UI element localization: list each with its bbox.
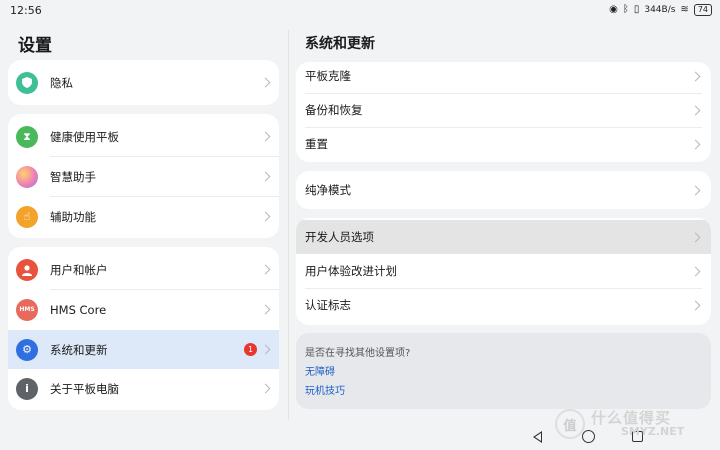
- vibrate-icon: ▯: [633, 4, 640, 15]
- chevron-right-icon: [260, 171, 271, 182]
- gear-icon: ⚙: [16, 338, 38, 361]
- sidebar-item-label: 用户和帐户: [50, 262, 108, 277]
- sidebar-item-label: 健康使用平板: [50, 129, 119, 144]
- chevron-right-icon: [260, 211, 271, 222]
- notification-badge: 1: [244, 343, 257, 356]
- system-group-pure-mode: 纯净模式: [296, 171, 711, 209]
- chevron-right-icon: [260, 383, 271, 394]
- hand-icon: ☝: [16, 205, 38, 228]
- bluetooth-icon: ᛒ: [622, 4, 629, 15]
- item-label: 认证标志: [305, 298, 351, 312]
- status-time: 12:56: [10, 4, 42, 17]
- item-label: 平板克隆: [305, 69, 351, 83]
- user-icon: [16, 258, 38, 281]
- reset-item[interactable]: 重置: [296, 127, 711, 161]
- certification-logos-item[interactable]: 认证标志: [296, 288, 711, 322]
- watermark: 值 什么值得买 SMYZ.NET: [555, 405, 715, 445]
- status-bar: 12:56 ◉ ᛒ ▯ 344B/s ≋ 74: [0, 0, 720, 22]
- backup-restore-item[interactable]: 备份和恢复: [296, 93, 711, 127]
- sidebar-item-hms-core[interactable]: HMS HMS Core: [8, 290, 279, 329]
- chevron-right-icon: [690, 232, 701, 242]
- chevron-right-icon: [260, 304, 271, 315]
- status-icons: ◉ ᛒ ▯ 344B/s ≋ 74: [609, 4, 712, 16]
- search-hint-card: 是否在寻找其他设置项? 无障碍 玩机技巧: [296, 333, 711, 409]
- shield-icon: [16, 71, 38, 94]
- sidebar-item-assistant[interactable]: 智慧助手: [8, 157, 279, 196]
- chevron-right-icon: [260, 344, 271, 355]
- watermark-sub: SMYZ.NET: [621, 425, 685, 438]
- sidebar-item-label: 系统和更新: [50, 342, 108, 357]
- developer-options-item[interactable]: 开发人员选项: [296, 220, 711, 254]
- item-label: 用户体验改进计划: [305, 264, 397, 278]
- sidebar-item-label: 关于平板电脑: [50, 381, 119, 396]
- sidebar-item-privacy[interactable]: 隐私: [8, 63, 279, 102]
- pure-mode-item[interactable]: 纯净模式: [296, 173, 711, 207]
- hms-icon: HMS: [16, 298, 38, 321]
- settings-list-pane: 设置 隐私 ⧗ 健康使用平板 智慧助手 ☝ 辅助功能 用户和帐户 HMS HMS…: [0, 22, 288, 450]
- tips-link[interactable]: 玩机技巧: [305, 382, 345, 397]
- chevron-right-icon: [690, 105, 701, 115]
- hint-question: 是否在寻找其他设置项?: [305, 348, 411, 359]
- sidebar-item-label: 智慧助手: [50, 169, 96, 184]
- system-group-developer: 开发人员选项 用户体验改进计划 认证标志: [296, 218, 711, 325]
- chevron-right-icon: [690, 71, 701, 81]
- sidebar-item-about-tablet[interactable]: i 关于平板电脑: [8, 369, 279, 408]
- watermark-logo: 值: [555, 409, 585, 439]
- sidebar-item-system-update[interactable]: ⚙ 系统和更新 1: [8, 330, 279, 369]
- settings-group-privacy: 隐私: [8, 60, 279, 105]
- hourglass-icon: ⧗: [16, 125, 38, 148]
- system-update-pane: 系统和更新 平板克隆 备份和恢复 重置 纯净模式 开发人员选项 用户体验改进计划: [296, 22, 720, 450]
- settings-group-wellbeing: ⧗ 健康使用平板 智慧助手 ☝ 辅助功能: [8, 114, 279, 238]
- item-label: 备份和恢复: [305, 103, 363, 117]
- sidebar-item-digital-balance[interactable]: ⧗ 健康使用平板: [8, 117, 279, 156]
- item-label: 开发人员选项: [305, 230, 374, 244]
- chevron-right-icon: [690, 139, 701, 149]
- tablet-clone-item[interactable]: 平板克隆: [296, 62, 711, 93]
- system-group-backup: 平板克隆 备份和恢复 重置: [296, 62, 711, 162]
- item-label: 重置: [305, 137, 328, 151]
- sidebar-item-accounts[interactable]: 用户和帐户: [8, 250, 279, 289]
- sidebar-item-label: HMS Core: [50, 302, 107, 317]
- chevron-right-icon: [690, 266, 701, 276]
- user-experience-item[interactable]: 用户体验改进计划: [296, 254, 711, 288]
- page-title: 设置: [18, 36, 52, 56]
- item-label: 纯净模式: [305, 183, 351, 197]
- chevron-right-icon: [260, 264, 271, 275]
- eye-icon: ◉: [609, 4, 618, 15]
- chevron-right-icon: [260, 77, 271, 88]
- chevron-right-icon: [690, 185, 701, 195]
- sidebar-item-label: 隐私: [50, 75, 73, 90]
- sidebar-item-label: 辅助功能: [50, 209, 96, 224]
- chevron-right-icon: [690, 300, 701, 310]
- pane-divider: [288, 30, 289, 420]
- accessibility-link[interactable]: 无障碍: [305, 363, 335, 378]
- network-speed: 344B/s: [644, 5, 676, 15]
- assistant-icon: [16, 165, 38, 188]
- settings-group-system: 用户和帐户 HMS HMS Core ⚙ 系统和更新 1 i 关于平板电脑: [8, 247, 279, 410]
- chevron-right-icon: [260, 131, 271, 142]
- detail-title: 系统和更新: [305, 36, 375, 52]
- sidebar-item-accessibility[interactable]: ☝ 辅助功能: [8, 197, 279, 236]
- wifi-icon: ≋: [680, 4, 689, 15]
- battery-indicator: 74: [693, 4, 712, 16]
- back-icon[interactable]: [533, 431, 542, 443]
- info-icon: i: [16, 377, 38, 400]
